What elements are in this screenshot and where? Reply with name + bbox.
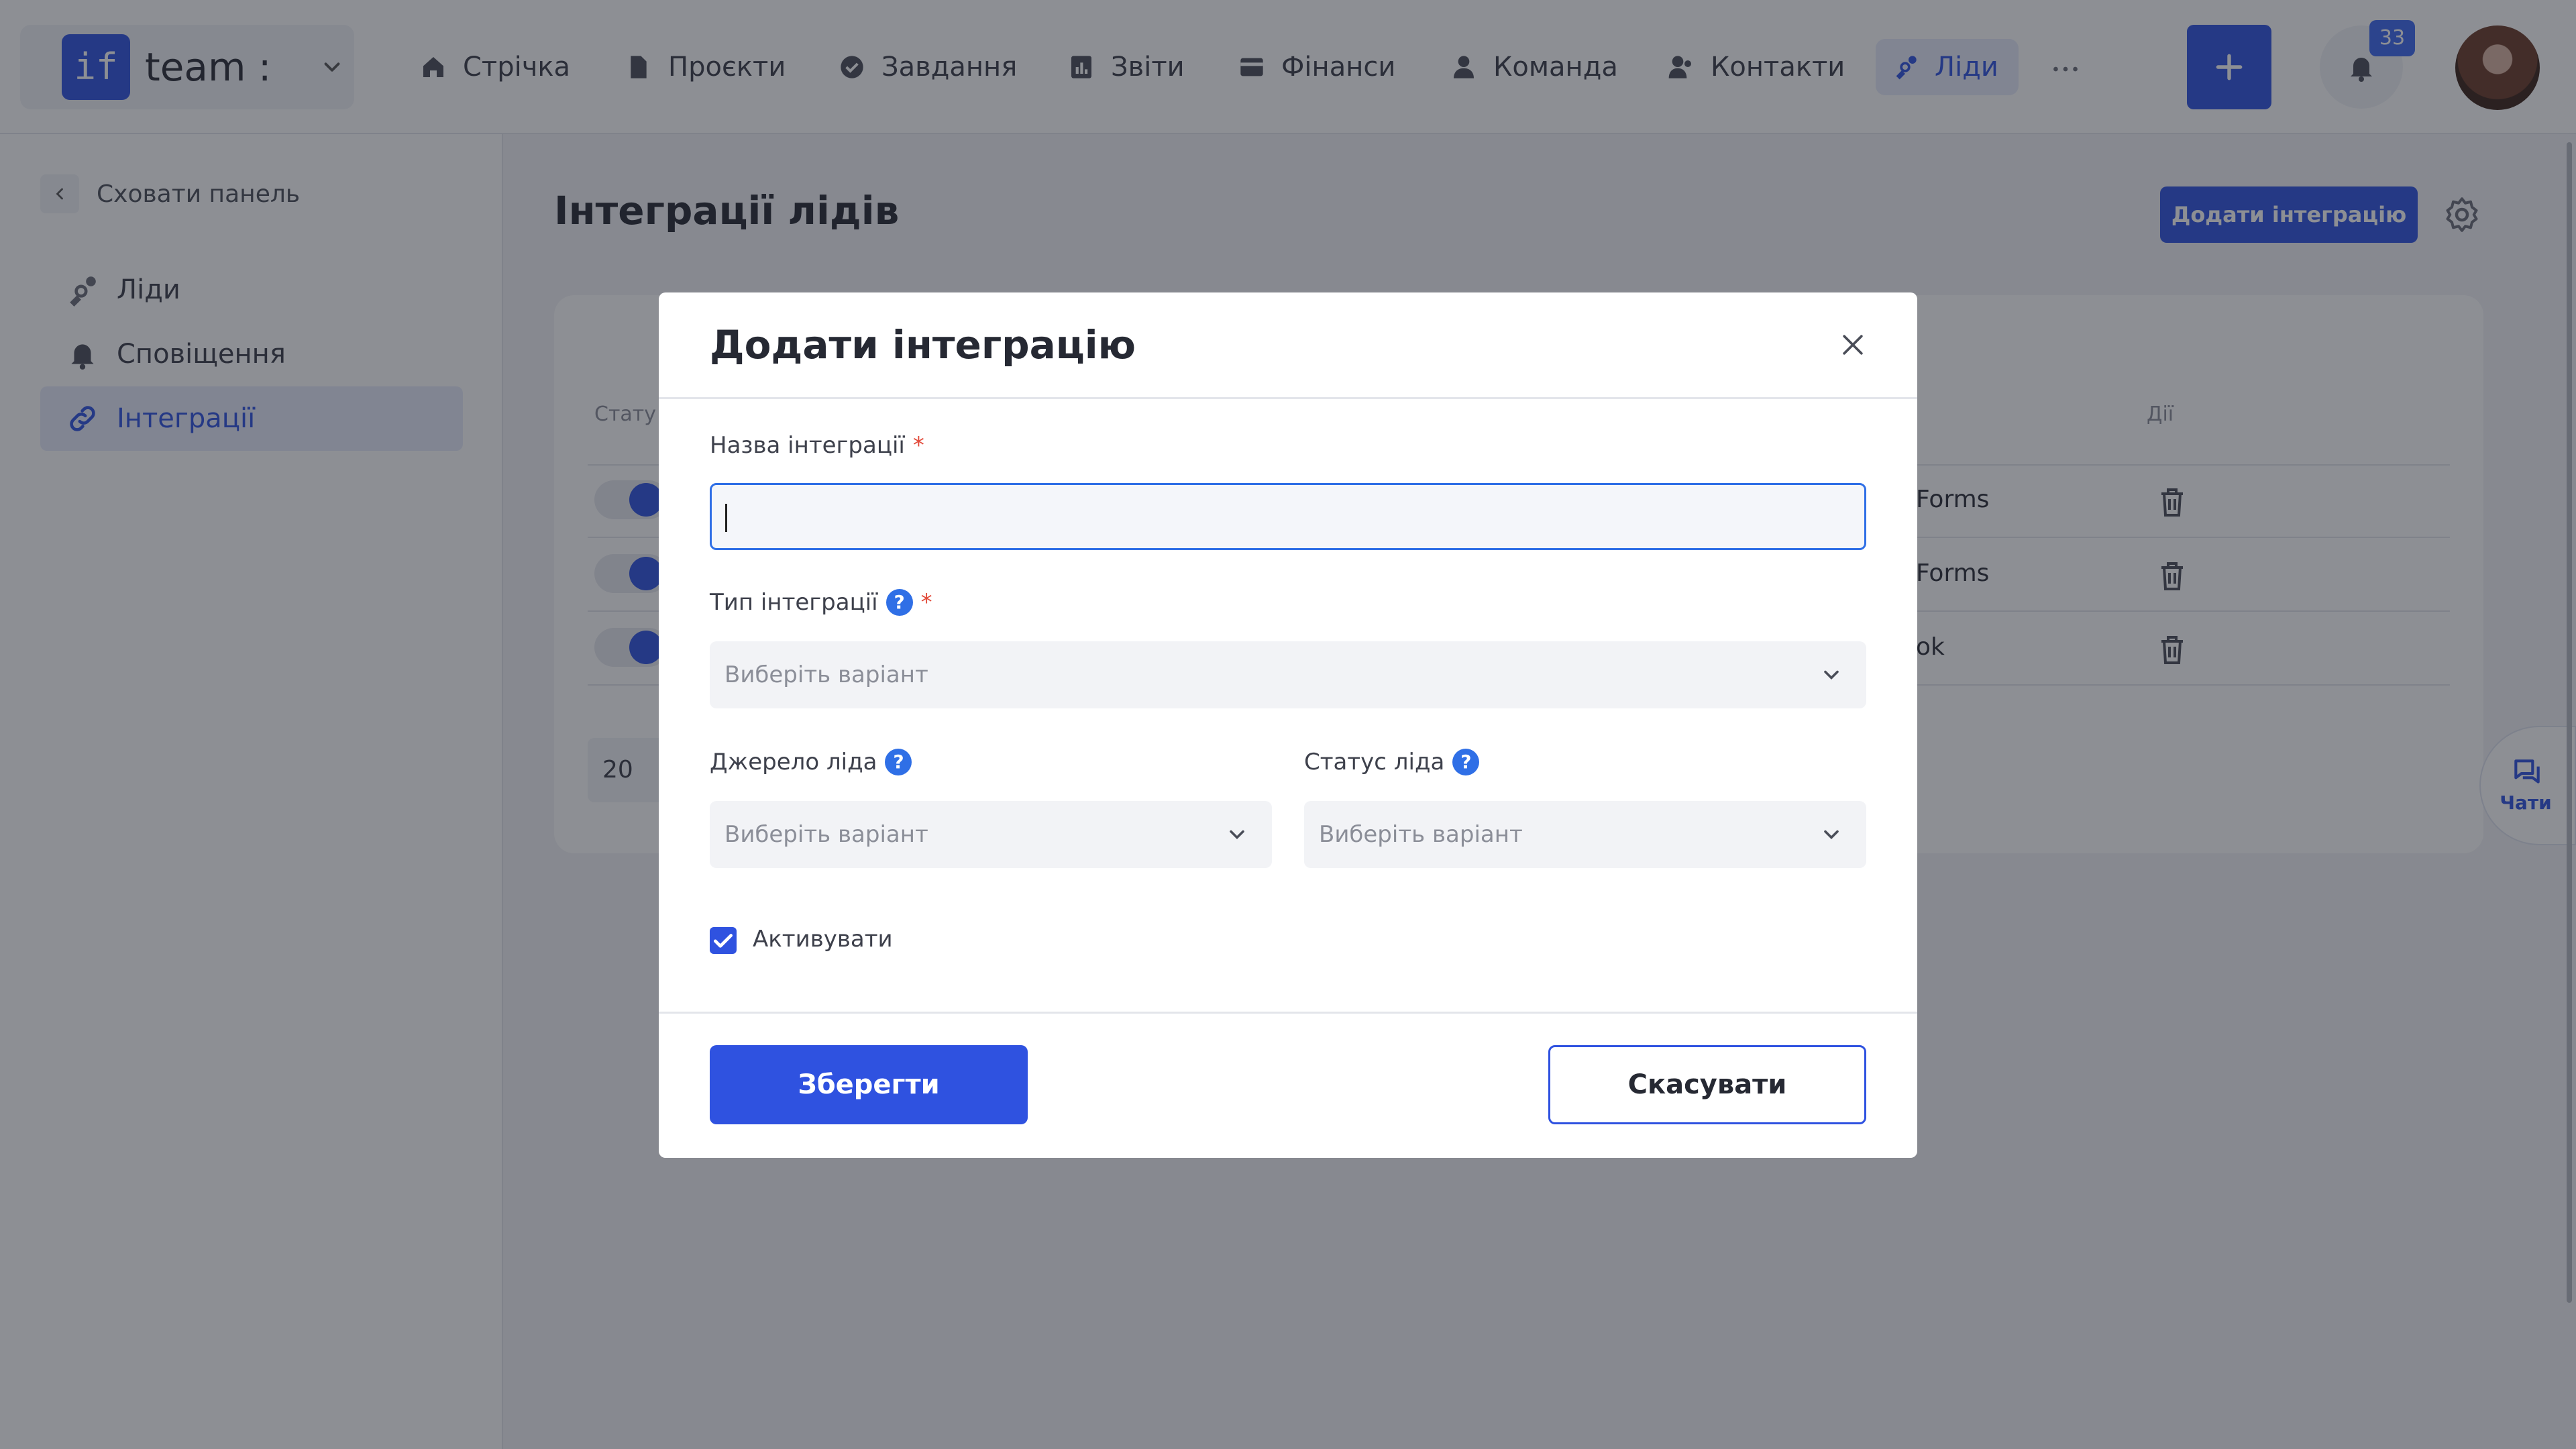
dialog-title: Додати інтеграцію xyxy=(710,322,1136,368)
help-icon[interactable]: ? xyxy=(885,749,912,775)
lead-source-placeholder: Виберіть варіант xyxy=(724,821,928,848)
chevron-down-icon xyxy=(1230,830,1244,840)
close-icon[interactable] xyxy=(1838,330,1868,360)
lead-source-label-text: Джерело ліда xyxy=(710,749,877,775)
lead-source-select[interactable]: Виберіть варіант xyxy=(710,801,1272,868)
integration-name-label: Назва інтеграції * xyxy=(710,432,924,459)
chevron-down-icon xyxy=(1824,830,1839,840)
add-integration-dialog: Додати інтеграцію Назва інтеграції * Тип… xyxy=(659,292,1917,1158)
lead-status-label-text: Статус ліда xyxy=(1304,749,1445,775)
lead-source-label: Джерело ліда ? xyxy=(710,749,912,775)
lead-status-select[interactable]: Виберіть варіант xyxy=(1304,801,1866,868)
lead-status-label: Статус ліда ? xyxy=(1304,749,1480,775)
integration-name-input[interactable] xyxy=(710,483,1866,550)
activate-checkbox[interactable] xyxy=(710,927,737,954)
integration-type-placeholder: Виберіть варіант xyxy=(724,661,928,688)
integration-type-label-text: Тип інтеграції xyxy=(710,589,878,616)
text-caret xyxy=(725,504,727,532)
cancel-button[interactable]: Скасувати xyxy=(1548,1045,1866,1124)
help-icon[interactable]: ? xyxy=(885,589,913,616)
chevron-down-icon xyxy=(1824,670,1839,680)
dialog-footer-divider xyxy=(659,1012,1917,1014)
integration-type-label: Тип інтеграції ? * xyxy=(710,589,932,616)
save-button[interactable]: Зберегти xyxy=(710,1045,1028,1124)
lead-status-placeholder: Виберіть варіант xyxy=(1319,821,1523,848)
integration-name-label-text: Назва інтеграції xyxy=(710,432,905,459)
checkmark-icon xyxy=(714,934,733,948)
required-mark: * xyxy=(920,589,932,616)
help-icon[interactable]: ? xyxy=(1452,749,1480,775)
dialog-header-divider xyxy=(659,397,1917,399)
required-mark: * xyxy=(912,432,924,459)
integration-type-select[interactable]: Виберіть варіант xyxy=(710,641,1866,708)
activate-label[interactable]: Активувати xyxy=(753,926,893,953)
